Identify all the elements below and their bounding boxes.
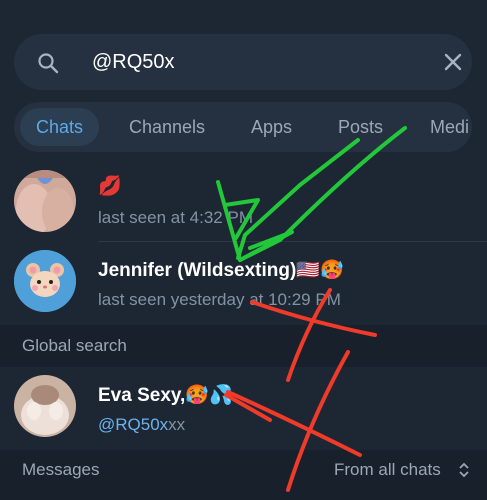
tab-chats[interactable]: Chats xyxy=(20,108,100,146)
tab-channels[interactable]: Channels xyxy=(129,108,205,146)
hamster-icon xyxy=(14,250,76,312)
chat-row[interactable]: 💋 last seen at 4:32 PM xyxy=(0,166,487,242)
avatar-photo xyxy=(14,375,76,437)
tab-apps[interactable]: Apps xyxy=(251,108,292,146)
global-result-row[interactable]: Eva Sexy,🥵💦 @RQ50xxx xyxy=(0,367,487,449)
filter-label[interactable]: From all chats xyxy=(334,450,441,490)
section-title: Messages xyxy=(22,460,100,479)
section-title: Global search xyxy=(22,336,127,355)
chevron-updown-icon[interactable] xyxy=(458,460,470,480)
search-icon xyxy=(38,53,59,74)
avatar xyxy=(14,250,76,312)
chat-name: Jennifer (Wildsexting)🇺🇸🥵 xyxy=(98,260,344,281)
avatar-photo xyxy=(14,170,76,232)
chat-row[interactable]: Jennifer (Wildsexting)🇺🇸🥵 last seen yest… xyxy=(0,242,487,324)
global-search-header: Global search xyxy=(0,325,487,367)
close-icon[interactable] xyxy=(442,51,464,73)
messages-header: Messages From all chats xyxy=(0,450,487,500)
chat-name: 💋 xyxy=(98,176,122,197)
search-input[interactable] xyxy=(92,34,412,90)
avatar xyxy=(14,375,76,437)
chat-status: last seen at 4:32 PM xyxy=(98,208,253,227)
chat-status: last seen yesterday at 10:29 PM xyxy=(98,290,341,309)
handle-rest: xx xyxy=(168,415,186,434)
search-tabs: Chats Channels Apps Posts Medi xyxy=(14,102,472,152)
tab-media[interactable]: Medi xyxy=(430,108,469,146)
result-handle: @RQ50xxx xyxy=(98,415,185,435)
avatar xyxy=(14,170,76,232)
tab-posts[interactable]: Posts xyxy=(338,108,383,146)
handle-match: @RQ50x xyxy=(98,415,169,434)
search-bar[interactable] xyxy=(14,34,472,90)
top-bar: Chats Channels Apps Posts Medi xyxy=(0,0,487,160)
result-name: Eva Sexy,🥵💦 xyxy=(98,385,233,406)
